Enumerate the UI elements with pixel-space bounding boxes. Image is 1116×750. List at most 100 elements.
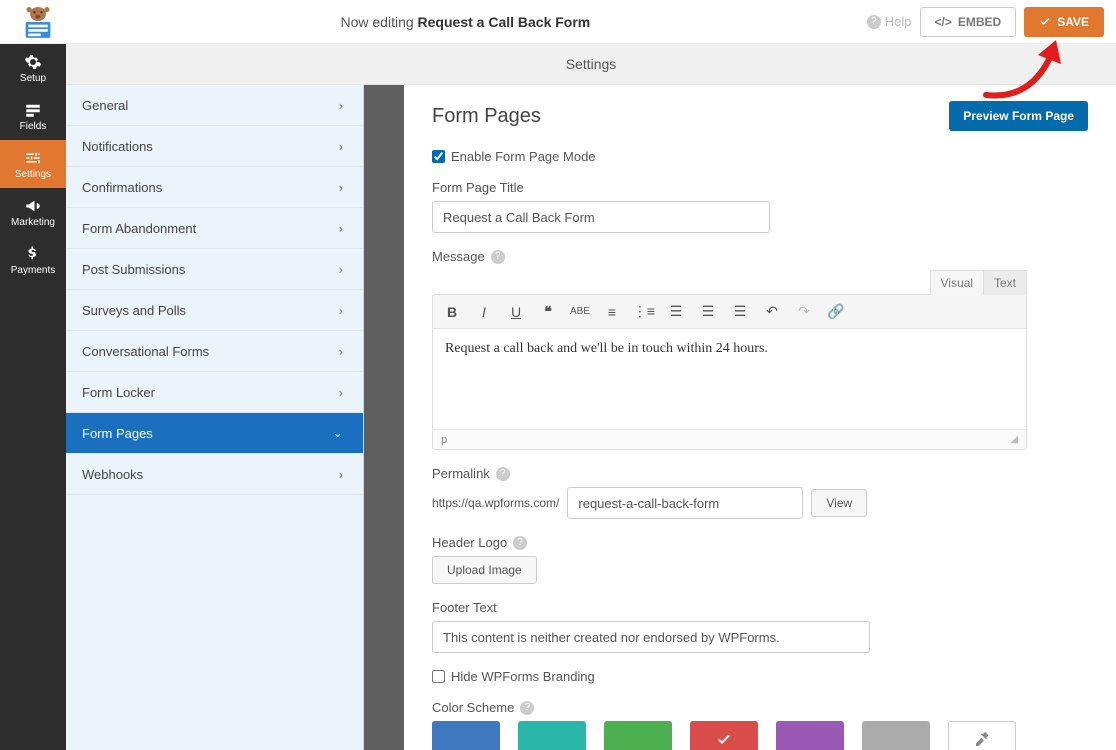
chevron-right-icon: ›	[339, 467, 343, 482]
code-icon: </>	[935, 15, 952, 29]
subnav-label: Surveys and Polls	[82, 303, 186, 318]
editing-title: Now editing Request a Call Back Form	[64, 14, 867, 30]
color-scheme-label: Color Scheme	[432, 700, 514, 715]
help-icon: ?	[867, 15, 881, 29]
help-icon[interactable]: ?	[496, 467, 510, 481]
panel-gutter	[364, 85, 404, 750]
message-textarea[interactable]: Request a call back and we'll be in touc…	[433, 329, 1026, 429]
upload-image-button[interactable]: Upload Image	[432, 556, 537, 584]
subnav-label: Webhooks	[82, 467, 143, 482]
gear-icon	[24, 53, 42, 71]
message-editor: B I U ❝ ABE ≡ ⋮≡ ☰ ☰ ☰ ↶	[432, 294, 1027, 450]
list-ol-icon[interactable]: ⋮≡	[635, 303, 653, 321]
primary-nav: Setup Fields Settings Marketing Payments	[0, 44, 66, 750]
subnav-item[interactable]: Form Locker ›	[66, 372, 363, 413]
color-picker-button[interactable]	[948, 721, 1016, 750]
chevron-right-icon: ›	[339, 262, 343, 277]
strike-icon[interactable]: ABE	[571, 303, 589, 321]
subnav-item[interactable]: Post Submissions ›	[66, 249, 363, 290]
fields-icon	[24, 101, 42, 119]
bold-icon[interactable]: B	[443, 303, 461, 321]
subnav-label: Post Submissions	[82, 262, 185, 277]
underline-icon[interactable]: U	[507, 303, 525, 321]
eyedropper-icon	[974, 732, 990, 748]
settings-subnav: General›Notifications›Confirmations›Form…	[66, 85, 364, 750]
message-label: Message	[432, 249, 485, 264]
color-swatch[interactable]	[690, 721, 758, 750]
check-icon	[1039, 16, 1051, 28]
italic-icon[interactable]: I	[475, 303, 493, 321]
embed-button[interactable]: </> EMBED	[920, 7, 1017, 37]
align-center-icon[interactable]: ☰	[699, 303, 717, 321]
footer-text-input[interactable]	[432, 621, 870, 653]
chevron-right-icon: ›	[339, 303, 343, 318]
help-icon[interactable]: ?	[520, 701, 534, 715]
subnav-item[interactable]: Form Abandonment ›	[66, 208, 363, 249]
align-right-icon[interactable]: ☰	[731, 303, 749, 321]
page-title-input[interactable]	[432, 201, 770, 233]
chevron-right-icon: ›	[339, 385, 343, 400]
panel-title: Form Pages	[432, 105, 541, 128]
editor-path: p	[441, 434, 447, 446]
permalink-slug-input[interactable]	[567, 487, 803, 519]
header-logo-label: Header Logo	[432, 535, 507, 550]
permalink-view-button[interactable]: View	[811, 489, 867, 517]
color-swatch[interactable]	[776, 721, 844, 750]
color-swatch[interactable]	[518, 721, 586, 750]
subnav-item[interactable]: Form Pages ⌄	[66, 413, 363, 454]
preview-form-button[interactable]: Preview Form Page	[949, 101, 1088, 131]
subnav-label: Form Pages	[82, 426, 153, 441]
nav-fields[interactable]: Fields	[0, 92, 66, 140]
subnav-label: Form Abandonment	[82, 221, 196, 236]
sliders-icon	[24, 149, 42, 167]
dollar-icon	[24, 245, 42, 263]
chevron-right-icon: ›	[339, 221, 343, 236]
chevron-right-icon: ›	[339, 98, 343, 113]
undo-icon[interactable]: ↶	[763, 303, 781, 321]
color-swatch[interactable]	[604, 721, 672, 750]
chevron-right-icon: ›	[339, 180, 343, 195]
subnav-label: Confirmations	[82, 180, 162, 195]
link-icon[interactable]: 🔗	[827, 303, 845, 321]
subnav-item[interactable]: Notifications ›	[66, 126, 363, 167]
subnav-label: Form Locker	[82, 385, 155, 400]
save-button[interactable]: SAVE	[1024, 7, 1104, 37]
align-left-icon[interactable]: ☰	[667, 303, 685, 321]
redo-icon[interactable]: ↷	[795, 303, 813, 321]
editor-tab-visual[interactable]: Visual	[930, 270, 984, 295]
subnav-label: General	[82, 98, 128, 113]
subnav-item[interactable]: General ›	[66, 85, 363, 126]
subnav-item[interactable]: Confirmations ›	[66, 167, 363, 208]
color-swatch[interactable]	[432, 721, 500, 750]
check-icon	[716, 732, 732, 748]
section-heading: Settings	[66, 44, 1116, 85]
nav-settings[interactable]: Settings	[0, 140, 66, 188]
subnav-item[interactable]: Conversational Forms›	[66, 331, 363, 372]
resize-handle-icon[interactable]: ◢	[1010, 434, 1018, 445]
color-swatch[interactable]	[862, 721, 930, 750]
page-title-label: Form Page Title	[432, 180, 1088, 195]
hide-branding-checkbox[interactable]	[432, 670, 445, 683]
subnav-item[interactable]: Surveys and Polls ›	[66, 290, 363, 331]
bullhorn-icon	[24, 197, 42, 215]
nav-payments[interactable]: Payments	[0, 236, 66, 284]
subnav-item[interactable]: Webhooks ›	[66, 454, 363, 495]
help-icon[interactable]: ?	[491, 250, 505, 264]
help-link[interactable]: ? Help	[867, 14, 912, 29]
wpforms-logo	[12, 2, 64, 42]
editor-tab-text[interactable]: Text	[984, 270, 1027, 295]
list-ul-icon[interactable]: ≡	[603, 303, 621, 321]
permalink-base: https://qa.wpforms.com/	[432, 496, 559, 510]
enable-form-page-label: Enable Form Page Mode	[451, 149, 596, 164]
chevron-right-icon: ›	[339, 344, 343, 359]
chevron-right-icon: ›	[339, 139, 343, 154]
quote-icon[interactable]: ❝	[539, 303, 557, 321]
hide-branding-label: Hide WPForms Branding	[451, 669, 595, 684]
help-icon[interactable]: ?	[513, 536, 527, 550]
nav-setup[interactable]: Setup	[0, 44, 66, 92]
chevron-down-icon: ⌄	[332, 425, 343, 441]
subnav-label: Notifications	[82, 139, 153, 154]
permalink-label: Permalink	[432, 466, 490, 481]
nav-marketing[interactable]: Marketing	[0, 188, 66, 236]
enable-form-page-checkbox[interactable]	[432, 150, 445, 163]
